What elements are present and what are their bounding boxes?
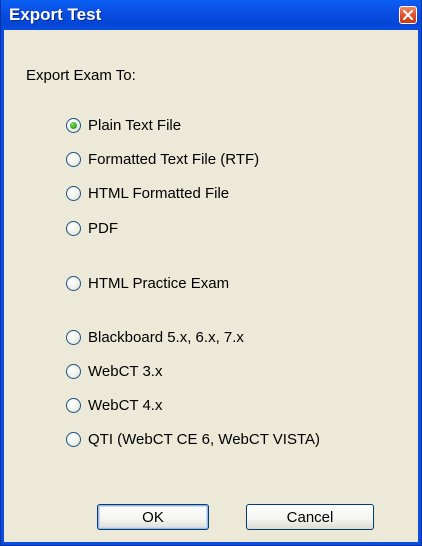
- export-test-dialog: Export Test Export Exam To: Plain Text F…: [0, 0, 422, 546]
- radio-label: Plain Text File: [88, 116, 182, 134]
- radio-label: PDF: [88, 219, 118, 237]
- radio-button[interactable]: [66, 431, 81, 447]
- radio-button[interactable]: [66, 329, 81, 345]
- radio-button[interactable]: [66, 363, 81, 379]
- export-prompt-label: Export Exam To:: [26, 67, 136, 84]
- dialog-body: Export Exam To: Plain Text File Formatte…: [4, 30, 418, 542]
- radio-button[interactable]: [66, 397, 81, 413]
- radio-label: WebCT 3.x: [88, 362, 163, 380]
- radio-label: Blackboard 5.x, 6.x, 7.x: [88, 328, 244, 346]
- radio-button-selected[interactable]: [66, 117, 81, 133]
- radio-plain-text-file[interactable]: Plain Text File: [66, 114, 181, 136]
- radio-button[interactable]: [66, 151, 81, 167]
- radio-button[interactable]: [66, 275, 81, 291]
- radio-formatted-text-file[interactable]: Formatted Text File (RTF): [66, 148, 259, 170]
- title-bar[interactable]: Export Test: [1, 0, 421, 30]
- radio-qti[interactable]: QTI (WebCT CE 6, WebCT VISTA): [66, 428, 320, 450]
- radio-html-formatted-file[interactable]: HTML Formatted File: [66, 182, 229, 204]
- cancel-button[interactable]: Cancel: [246, 504, 374, 530]
- radio-button[interactable]: [66, 220, 81, 236]
- ok-button[interactable]: OK: [97, 504, 209, 530]
- radio-webct-3x[interactable]: WebCT 3.x: [66, 360, 162, 382]
- radio-label: HTML Formatted File: [88, 184, 230, 202]
- radio-label: HTML Practice Exam: [88, 274, 230, 292]
- close-icon: [403, 10, 413, 20]
- radio-html-practice-exam[interactable]: HTML Practice Exam: [66, 272, 229, 294]
- radio-label: QTI (WebCT CE 6, WebCT VISTA): [88, 430, 320, 448]
- radio-pdf[interactable]: PDF: [66, 217, 118, 239]
- window-title: Export Test: [9, 5, 102, 24]
- close-button[interactable]: [399, 6, 417, 24]
- radio-blackboard[interactable]: Blackboard 5.x, 6.x, 7.x: [66, 326, 244, 348]
- radio-label: WebCT 4.x: [88, 396, 163, 414]
- radio-button[interactable]: [66, 185, 81, 201]
- radio-webct-4x[interactable]: WebCT 4.x: [66, 394, 162, 416]
- radio-label: Formatted Text File (RTF): [88, 150, 260, 168]
